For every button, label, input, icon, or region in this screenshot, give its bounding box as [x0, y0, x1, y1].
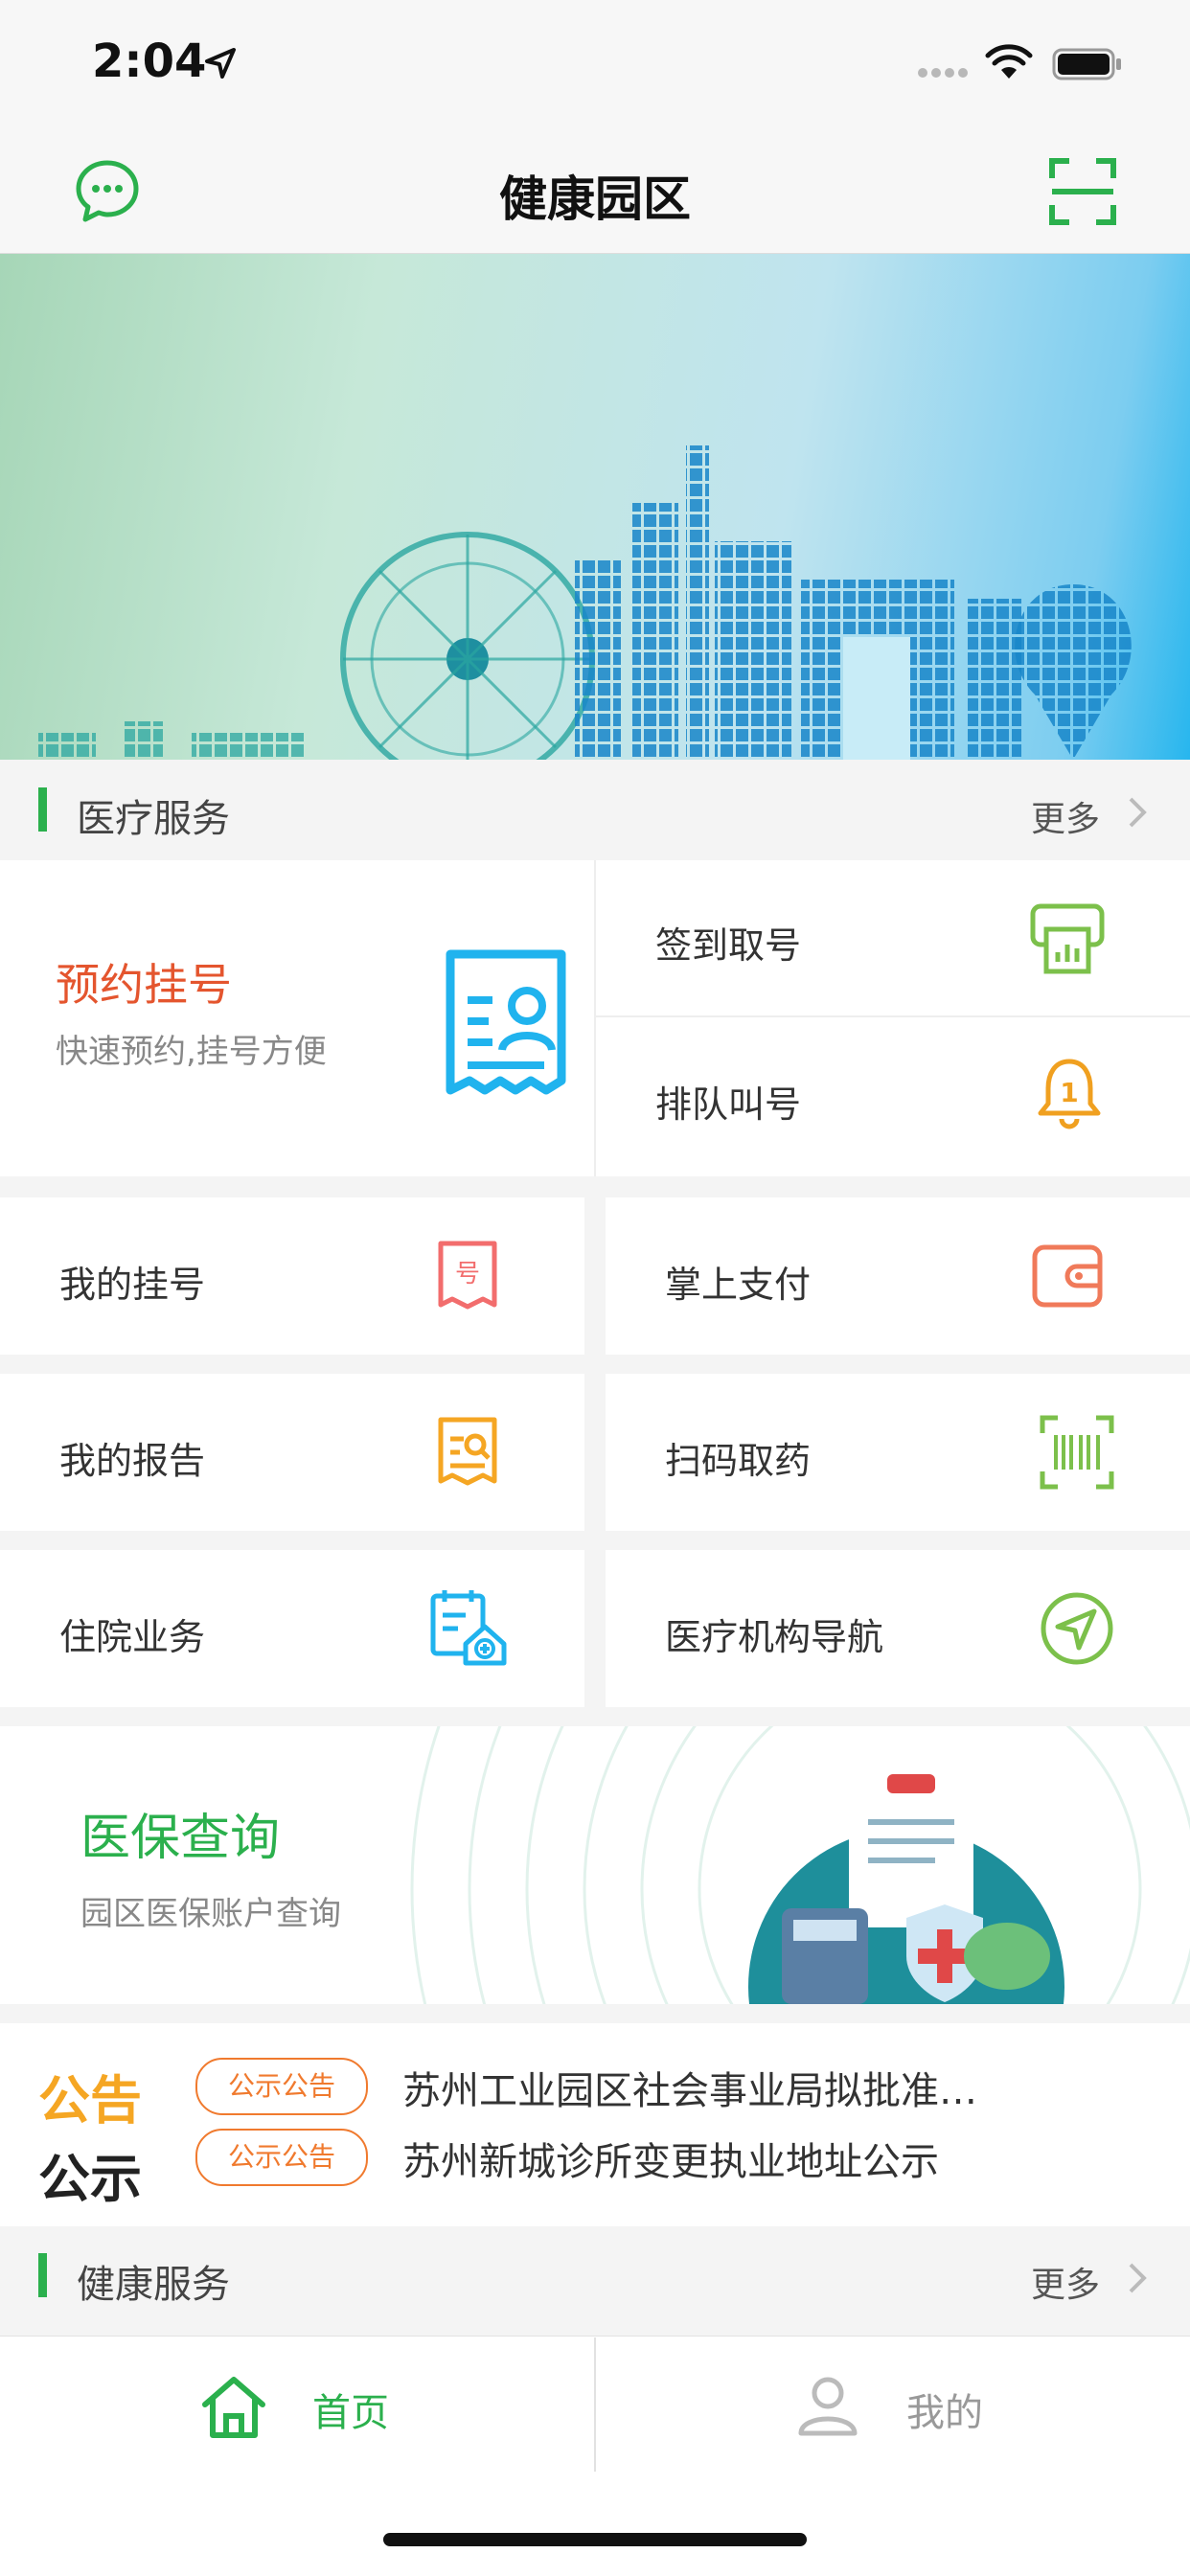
medical-insurance-illustration	[748, 1774, 1064, 2004]
health-more-link[interactable]: 更多	[1031, 2257, 1100, 2307]
svg-text:号: 号	[455, 1260, 480, 1288]
chat-bubble-icon[interactable]	[73, 157, 142, 226]
ticket-machine-icon	[1030, 903, 1105, 974]
grid-label: 掌上支付	[665, 1264, 812, 1306]
city-banner-image[interactable]	[0, 254, 1190, 760]
barcode-icon	[1040, 1415, 1114, 1490]
appointment-registration-icon	[446, 949, 566, 1095]
chevron-right-icon[interactable]	[1127, 2261, 1148, 2295]
grid-label: 医疗机构导航	[665, 1616, 884, 1658]
insurance-title: 医保查询	[80, 1810, 281, 1867]
notice-board	[0, 2023, 1190, 2226]
queue-label: 排队叫号	[655, 1083, 802, 1126]
bell-icon: 1	[1038, 1059, 1101, 1129]
medical-more-link[interactable]: 更多	[1031, 791, 1100, 841]
page-title: 健康园区	[499, 171, 691, 227]
tab-mine-label: 我的	[906, 2391, 983, 2435]
section-accent-bar	[38, 787, 47, 832]
section-accent-bar	[38, 2253, 47, 2297]
notice-heading-line2: 公示	[38, 2149, 142, 2209]
home-indicator	[383, 2533, 807, 2546]
scan-icon[interactable]	[1048, 157, 1117, 226]
tab-mine[interactable]	[596, 2337, 1190, 2472]
grid-label: 我的挂号	[59, 1264, 206, 1306]
medical-services-title: 医疗服务	[77, 797, 230, 841]
status-time: 2:04	[92, 34, 207, 88]
grid-label: 住院业务	[59, 1616, 206, 1658]
hospital-icon	[430, 1590, 507, 1666]
home-icon	[202, 2377, 265, 2438]
tab-home[interactable]	[0, 2337, 594, 2472]
grid-label: 我的报告	[59, 1440, 206, 1482]
grid-label: 扫码取药	[665, 1440, 812, 1482]
health-services-title: 健康服务	[77, 2263, 230, 2307]
svg-text:1: 1	[1060, 1077, 1078, 1108]
navigation-icon	[1041, 1592, 1113, 1665]
battery-icon	[1052, 48, 1121, 80]
tab-home-label: 首页	[312, 2391, 389, 2435]
chevron-right-icon[interactable]	[1127, 795, 1148, 830]
user-icon	[798, 2377, 858, 2436]
wifi-icon	[985, 44, 1033, 79]
appointment-title: 预约挂号	[56, 959, 232, 1011]
report-icon	[438, 1417, 497, 1486]
cellular-signal-icon	[918, 63, 972, 81]
notice-item-text[interactable]: 苏州新城诊所变更执业地址公示	[402, 2131, 1131, 2186]
city-skyline-illustration	[38, 445, 1132, 760]
notice-item-text[interactable]: 苏州工业园区社会事业局拟批准…	[402, 2060, 1131, 2115]
checkin-label: 签到取号	[655, 924, 802, 967]
notice-heading-line1: 公告	[38, 2070, 142, 2131]
wallet-icon	[1032, 1244, 1103, 1308]
registration-icon: 号	[438, 1241, 497, 1310]
notice-tag: 公示公告	[195, 2058, 368, 2115]
appointment-subtitle: 快速预约,挂号方便	[56, 1033, 327, 1071]
insurance-subtitle: 园区医保账户查询	[80, 1895, 341, 1933]
notice-tag: 公示公告	[195, 2129, 368, 2186]
location-arrow-icon	[205, 48, 236, 79]
